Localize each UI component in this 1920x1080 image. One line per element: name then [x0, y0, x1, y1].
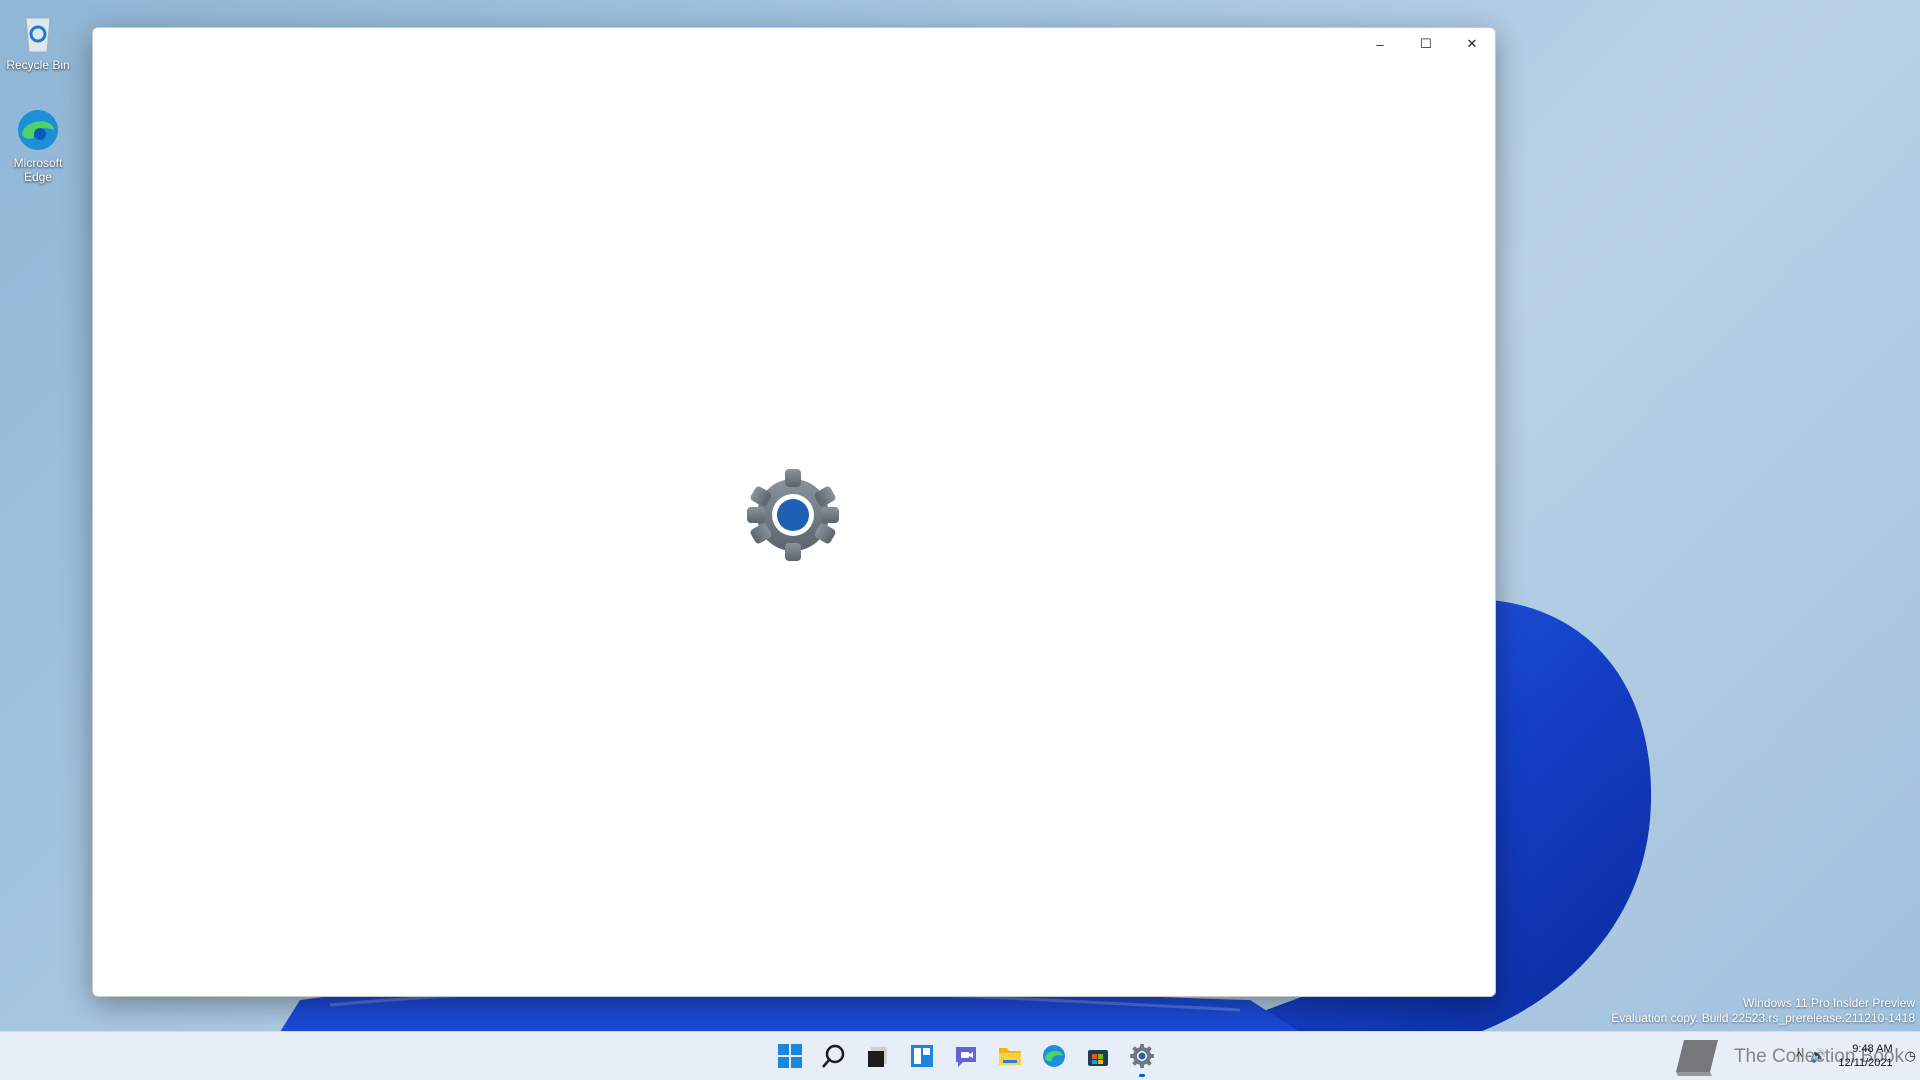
clock-time: 9:48 AM [1852, 1043, 1893, 1055]
gear-icon [1130, 1044, 1154, 1068]
close-button[interactable]: ✕ [1449, 28, 1495, 60]
edge-icon [18, 110, 58, 150]
desktop-icon-label: Recycle Bin [6, 58, 70, 72]
watermark-line-1: Windows 11 Pro Insider Preview [1743, 996, 1915, 1010]
window-caption-buttons: – ☐ ✕ [1357, 28, 1495, 60]
minimize-button[interactable]: – [1357, 28, 1403, 60]
book-icon [1675, 1040, 1718, 1076]
widgets-button[interactable] [900, 1032, 944, 1080]
speaker-icon[interactable]: 🔊 [1806, 1048, 1830, 1064]
desktop-icon-edge[interactable]: Microsoft Edge [2, 106, 74, 184]
search-button[interactable] [812, 1032, 856, 1080]
tray-chevron-icon[interactable]: ^ [1792, 1049, 1806, 1064]
start-button[interactable] [768, 1032, 812, 1080]
system-tray: ^ 🔊 9:48 AM 12/11/2021 ◷ [1792, 1032, 1920, 1080]
file-explorer-button[interactable] [988, 1032, 1032, 1080]
store-button[interactable] [1076, 1032, 1120, 1080]
store-icon [1088, 1050, 1108, 1066]
widgets-icon [911, 1045, 933, 1067]
task-view-button[interactable] [856, 1032, 900, 1080]
gear-icon [747, 469, 839, 561]
settings-window[interactable]: – ☐ ✕ [92, 27, 1496, 997]
windows-logo-icon [778, 1044, 802, 1068]
taskbar: The Collection Book ^ 🔊 9:48 AM 12/11/20… [0, 1031, 1920, 1080]
recycle-bin-icon [25, 17, 51, 53]
watermark-line-2: Evaluation copy. Build 22523.rs_prerelea… [1611, 1011, 1915, 1025]
edge-button[interactable] [1032, 1032, 1076, 1080]
clock-date: 12/11/2021 [1838, 1057, 1893, 1069]
desktop: Recycle Bin Microsoft Edge Windows 11 Pr… [0, 0, 1920, 1032]
taskbar-apps [768, 1032, 1164, 1080]
build-watermark: Windows 11 Pro Insider Preview Evaluatio… [1611, 996, 1915, 1026]
desktop-icon-recycle-bin[interactable]: Recycle Bin [2, 8, 74, 72]
chat-button[interactable] [944, 1032, 988, 1080]
chat-icon [956, 1047, 976, 1067]
desktop-icon-label: Microsoft Edge [13, 156, 63, 184]
search-icon [822, 1044, 845, 1068]
settings-button[interactable] [1120, 1032, 1164, 1080]
notification-icon[interactable]: ◷ [1901, 1048, 1920, 1064]
edge-icon [1043, 1045, 1065, 1067]
clock[interactable]: 9:48 AM 12/11/2021 [1830, 1042, 1900, 1070]
maximize-button[interactable]: ☐ [1403, 28, 1449, 60]
folder-icon [999, 1048, 1021, 1065]
task-view-icon [868, 1047, 887, 1067]
